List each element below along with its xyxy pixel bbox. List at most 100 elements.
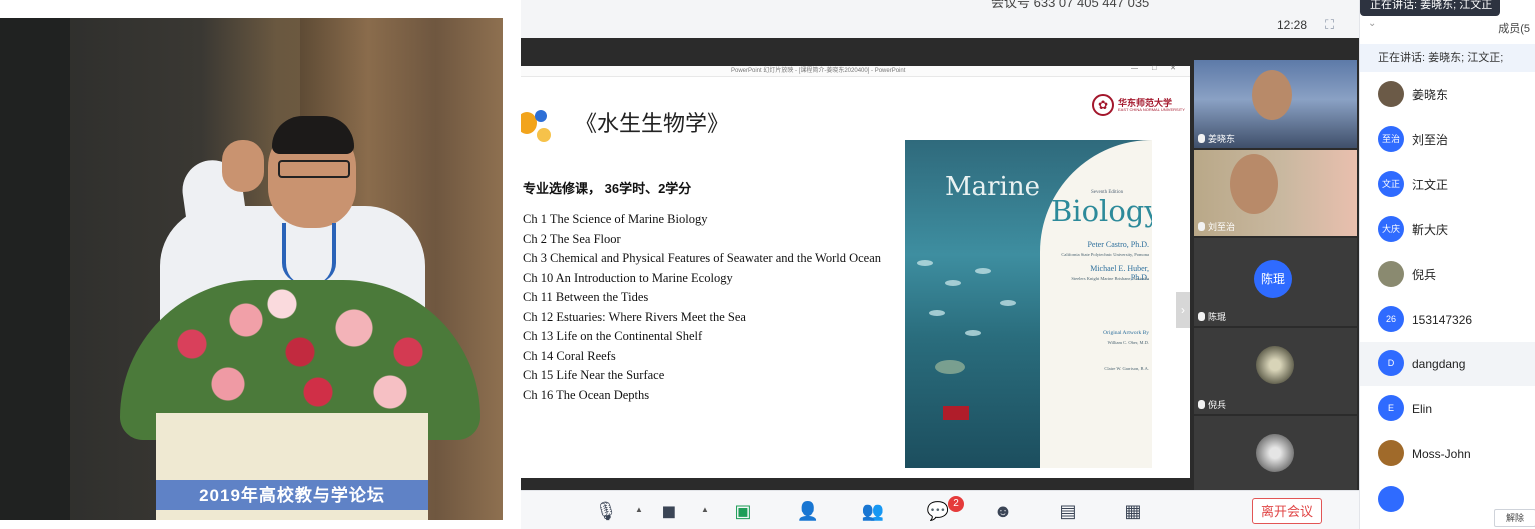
university-seal-icon: ✿: [1092, 94, 1114, 116]
member-name: dangdang: [1412, 357, 1466, 371]
chapter-item: Ch 10 An Introduction to Marine Ecology: [523, 270, 733, 285]
speaker-hand: [222, 140, 264, 192]
slide-logo-dots: [521, 110, 553, 144]
avatar: 至治: [1378, 126, 1404, 152]
participant-face: [1230, 154, 1278, 214]
mute-mic-icon[interactable]: 🎙: [594, 499, 618, 523]
avatar: 大庆: [1378, 216, 1404, 242]
fullscreen-icon[interactable]: ⛶: [1325, 17, 1341, 33]
chevron-up-icon[interactable]: ▲: [635, 505, 643, 515]
document-icon[interactable]: ▤: [1056, 499, 1080, 523]
video-tile[interactable]: 陈琨 陈琨: [1194, 238, 1357, 326]
video-tile[interactable]: 刘至治: [1194, 150, 1357, 236]
chevron-down-icon[interactable]: ⌄: [1368, 18, 1376, 29]
video-tile[interactable]: 倪兵: [1194, 328, 1357, 414]
curtain-dark: [0, 18, 70, 520]
podium-banner-text: 2019年高校教与学论坛: [199, 486, 385, 505]
member-item[interactable]: Moss-John: [1360, 432, 1535, 476]
slide-title: 《水生生物学》: [575, 112, 730, 137]
meeting-title-strip: 会议号 633 07 405 447 035: [521, 0, 1361, 14]
participant-avatar: [1256, 434, 1294, 472]
member-name: 153147326: [1412, 313, 1473, 327]
video-tile-label: 姜晓东: [1198, 132, 1235, 146]
avatar: D: [1378, 350, 1404, 376]
leave-meeting-button[interactable]: 离开会议: [1252, 498, 1322, 524]
screen-share-icon[interactable]: ▣: [731, 499, 755, 523]
member-name: 姜晓东: [1412, 88, 1449, 102]
speaker-glasses: [278, 160, 350, 178]
chapter-item: Ch 11 Between the Tides: [523, 290, 649, 304]
mic-icon: [1198, 222, 1205, 231]
camera-off-icon[interactable]: ◼: [657, 499, 681, 523]
book-artist-2: Claire W. Garrison, B.A.: [1104, 366, 1149, 371]
member-name: Moss-John: [1412, 447, 1471, 461]
member-item[interactable]: 大庆 靳大庆: [1360, 208, 1535, 252]
avatar: [1378, 440, 1404, 466]
meeting-time-bar: [521, 14, 1359, 39]
avatar: [1378, 486, 1404, 512]
book-artist-1: William C. Ober, M.D.: [1107, 340, 1149, 345]
chevron-up-icon[interactable]: ▲: [701, 505, 709, 515]
conference-photo: 2019年高校教与学论坛: [0, 18, 503, 520]
meeting-timer: 12:28: [1277, 18, 1308, 32]
mic-icon: [1198, 134, 1205, 143]
mic-icon: [1198, 400, 1205, 409]
invite-user-icon[interactable]: 👤: [796, 499, 820, 523]
slide-window-title: PowerPoint 幻灯片放映 - [课程简介-姜晓东2020400] - P…: [731, 68, 906, 74]
video-tile-label: 刘至治: [1198, 220, 1235, 234]
member-panel: 正在讲话: 姜晓东; 江文正 ⌄ 成员(5 正在讲话: 姜晓东; 江文正; 姜晓…: [1359, 0, 1535, 529]
member-name: 靳大庆: [1412, 223, 1449, 237]
member-item[interactable]: 至治 刘至治: [1360, 118, 1535, 162]
member-item[interactable]: [1360, 478, 1535, 512]
chapter-item: Ch 16 The Ocean Depths: [523, 387, 650, 402]
chat-unread-badge: 2: [948, 496, 964, 512]
chapter-item: Ch 14 Coral Reefs: [523, 348, 616, 363]
participant-avatar: [1256, 346, 1294, 384]
member-count: 成员(5: [1498, 23, 1530, 35]
chapter-item: Ch 1 The Science of Marine Biology: [523, 212, 708, 226]
meeting-toolbar: 🎙 ▲ ◼ ▲ ▣ 👤 👥 💬 ☻ ▤ ▦ 离开会议: [521, 490, 1359, 529]
participant-avatar: 陈琨: [1254, 260, 1292, 298]
avatar: [1378, 81, 1404, 107]
member-item[interactable]: 26 153147326: [1360, 298, 1535, 342]
book-author-2-affiliation: Steelers Knight Marine Brisbane, Austral…: [1071, 276, 1149, 281]
video-tile-label: 陈琨: [1198, 310, 1226, 324]
member-item[interactable]: 姜晓东: [1360, 73, 1535, 117]
slide-next-arrow-icon[interactable]: ›: [1176, 292, 1190, 328]
chapter-item: Ch 12 Estuaries: Where Rivers Meet the S…: [523, 309, 746, 324]
members-icon[interactable]: 👥: [861, 499, 885, 523]
member-name: 刘至治: [1412, 133, 1449, 147]
slide-subtitle: 专业选修课， 36学时、2学分: [523, 181, 692, 196]
member-item[interactable]: D dangdang: [1360, 342, 1535, 386]
member-name: 倪兵: [1412, 268, 1437, 282]
chapter-item: Ch 15 Life Near the Surface: [523, 368, 665, 382]
avatar: [1378, 261, 1404, 287]
book-artwork-label: Original Artwork By: [1103, 330, 1149, 336]
member-name: Elin: [1412, 402, 1433, 416]
unmute-all-button[interactable]: 解除: [1494, 509, 1535, 527]
member-item[interactable]: E Elin: [1360, 387, 1535, 431]
chapter-list: Ch 1 The Science of Marine Biology Ch 2 …: [523, 210, 881, 405]
book-cover: Marine Seventh Edition Biology Peter Cas…: [905, 140, 1152, 468]
member-item[interactable]: 文正 江文正: [1360, 163, 1535, 207]
video-tile-label: 倪兵: [1198, 398, 1226, 412]
chat-icon[interactable]: 💬: [926, 499, 950, 523]
reaction-icon[interactable]: ☻: [991, 499, 1015, 523]
member-item[interactable]: 倪兵: [1360, 253, 1535, 297]
publisher-logo: [943, 406, 969, 420]
avatar: 26: [1378, 306, 1404, 332]
member-name: 江文正: [1412, 178, 1449, 192]
slide-window-bar: PowerPoint 幻灯片放映 - [课程简介-姜晓东2020400] - P…: [521, 65, 1190, 77]
video-stage: PowerPoint 幻灯片放映 - [课程简介-姜晓东2020400] - P…: [521, 38, 1359, 490]
video-tile[interactable]: [1194, 416, 1357, 490]
slide-window-controls: — □ ✕: [1131, 65, 1182, 72]
chapter-item: Ch 3 Chemical and Physical Features of S…: [523, 251, 882, 265]
meeting-window: 会议号 633 07 405 447 035 12:28 ⛶ PowerPoin…: [521, 0, 1535, 529]
apps-icon[interactable]: ▦: [1121, 499, 1145, 523]
avatar: 文正: [1378, 171, 1404, 197]
speaker-lanyard: [282, 223, 336, 283]
participant-face: [1252, 70, 1292, 120]
video-tile[interactable]: 姜晓东: [1194, 60, 1357, 148]
podium: 2019年高校教与学论坛: [156, 413, 428, 520]
chapter-item: Ch 2 The Sea Floor: [523, 231, 621, 246]
